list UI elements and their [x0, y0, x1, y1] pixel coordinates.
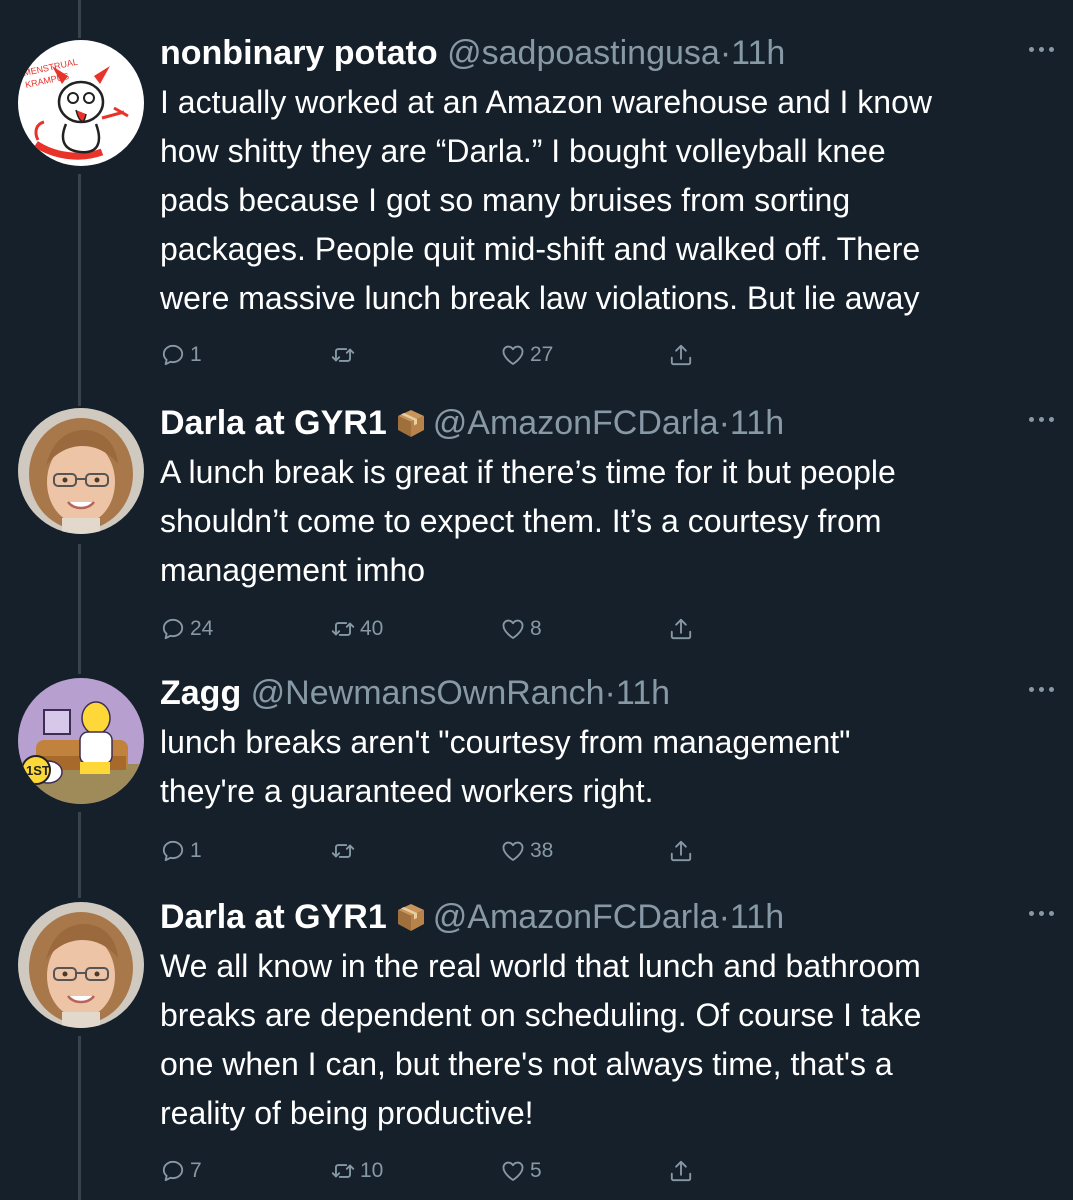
- speech-bubble-icon: [160, 838, 186, 864]
- tweet-actions: 7 10 5: [160, 1154, 720, 1188]
- avatar[interactable]: [18, 902, 144, 1028]
- retweet-button[interactable]: 40: [330, 612, 383, 646]
- tweet[interactable]: Darla at GYR1 @AmazonFCDarla·11h A lunch …: [0, 400, 1073, 656]
- share-button[interactable]: [668, 338, 694, 372]
- separator-dot: ·: [718, 898, 730, 936]
- display-name[interactable]: Zagg: [160, 674, 241, 712]
- heart-icon: [500, 342, 526, 368]
- more-options-icon[interactable]: [1029, 44, 1055, 54]
- tweet-text: We all know in the real world that lunch…: [160, 948, 922, 1131]
- tweet-text: A lunch break is great if there’s time f…: [160, 454, 896, 588]
- tweet[interactable]: Darla at GYR1 @AmazonFCDarla·11h We all k…: [0, 894, 1073, 1200]
- timestamp[interactable]: 11h: [731, 34, 785, 72]
- like-button[interactable]: 5: [500, 1154, 542, 1188]
- user-handle[interactable]: @NewmansOwnRanch: [251, 674, 605, 712]
- avatar[interactable]: [18, 408, 144, 534]
- timestamp[interactable]: 11h: [730, 898, 784, 936]
- speech-bubble-icon: [160, 616, 186, 642]
- tweet-header: nonbinary potato @sadpoastingusa·11h: [160, 30, 785, 76]
- more-options-icon[interactable]: [1029, 684, 1055, 694]
- reply-count: 1: [190, 343, 202, 366]
- tweet-text: I actually worked at an Amazon warehouse…: [160, 84, 932, 316]
- separator-dot: ·: [604, 674, 616, 712]
- avatar[interactable]: 1ST: [18, 678, 144, 804]
- package-box-emoji: [395, 901, 427, 933]
- tweet-actions: 1 27: [160, 338, 720, 372]
- speech-bubble-icon: [160, 1158, 186, 1184]
- retweet-icon: [330, 616, 356, 642]
- reply-count: 24: [190, 617, 214, 640]
- avatar[interactable]: MENSTRUAL KRAMPUS: [18, 40, 144, 166]
- timestamp[interactable]: 11h: [616, 674, 670, 712]
- reply-count: 1: [190, 839, 202, 862]
- retweet-button[interactable]: [330, 834, 360, 868]
- more-options-icon[interactable]: [1029, 908, 1055, 918]
- retweet-icon: [330, 342, 356, 368]
- separator-dot: ·: [719, 34, 732, 72]
- display-name[interactable]: Darla at GYR1: [160, 898, 387, 936]
- tweet-actions: 1 38: [160, 834, 720, 868]
- like-count: 5: [530, 1159, 542, 1182]
- tweet-header: Darla at GYR1 @AmazonFCDarla·11h: [160, 400, 784, 446]
- share-upload-icon: [668, 616, 694, 642]
- reply-button[interactable]: 7: [160, 1154, 202, 1188]
- share-button[interactable]: [668, 612, 694, 646]
- like-count: 38: [530, 839, 554, 862]
- like-count: 8: [530, 617, 542, 640]
- like-button[interactable]: 8: [500, 612, 542, 646]
- like-button[interactable]: 27: [500, 338, 553, 372]
- share-upload-icon: [668, 342, 694, 368]
- user-handle[interactable]: @AmazonFCDarla: [433, 898, 719, 936]
- tweet[interactable]: 1ST Zagg @NewmansOwnRanch·11h lunch brea…: [0, 670, 1073, 880]
- separator-dot: ·: [718, 404, 730, 442]
- tweet-actions: 24 40 8: [160, 612, 720, 646]
- tweet-header: Darla at GYR1 @AmazonFCDarla·11h: [160, 894, 784, 940]
- reply-button[interactable]: 1: [160, 338, 202, 372]
- user-handle[interactable]: @sadpoastingusa: [447, 34, 720, 72]
- share-button[interactable]: [668, 834, 694, 868]
- display-name[interactable]: Darla at GYR1: [160, 404, 387, 442]
- retweet-button[interactable]: [330, 338, 360, 372]
- share-upload-icon: [668, 838, 694, 864]
- retweet-icon: [330, 838, 356, 864]
- tweet-header: Zagg @NewmansOwnRanch·11h: [160, 670, 670, 716]
- tweet-text: lunch breaks aren't "courtesy from manag…: [160, 724, 851, 809]
- heart-icon: [500, 838, 526, 864]
- retweet-count: 40: [360, 617, 384, 640]
- reply-count: 7: [190, 1159, 202, 1182]
- retweet-count: 10: [360, 1159, 384, 1182]
- like-button[interactable]: 38: [500, 834, 553, 868]
- reply-button[interactable]: 24: [160, 612, 213, 646]
- share-upload-icon: [668, 1158, 694, 1184]
- share-button[interactable]: [668, 1154, 694, 1188]
- reply-button[interactable]: 1: [160, 834, 202, 868]
- reply-thread: MENSTRUAL KRAMPUS nonbinary potato @sadp…: [0, 0, 1073, 1200]
- retweet-button[interactable]: 10: [330, 1154, 383, 1188]
- package-box-emoji: [395, 407, 427, 439]
- more-options-icon[interactable]: [1029, 414, 1055, 424]
- heart-icon: [500, 616, 526, 642]
- timestamp[interactable]: 11h: [730, 404, 784, 442]
- tweet[interactable]: MENSTRUAL KRAMPUS nonbinary potato @sadp…: [0, 30, 1073, 380]
- retweet-icon: [330, 1158, 356, 1184]
- heart-icon: [500, 1158, 526, 1184]
- display-name[interactable]: nonbinary potato: [160, 34, 438, 72]
- like-count: 27: [530, 343, 554, 366]
- user-handle[interactable]: @AmazonFCDarla: [433, 404, 719, 442]
- speech-bubble-icon: [160, 342, 186, 368]
- avatar-caption: 1ST: [26, 763, 50, 778]
